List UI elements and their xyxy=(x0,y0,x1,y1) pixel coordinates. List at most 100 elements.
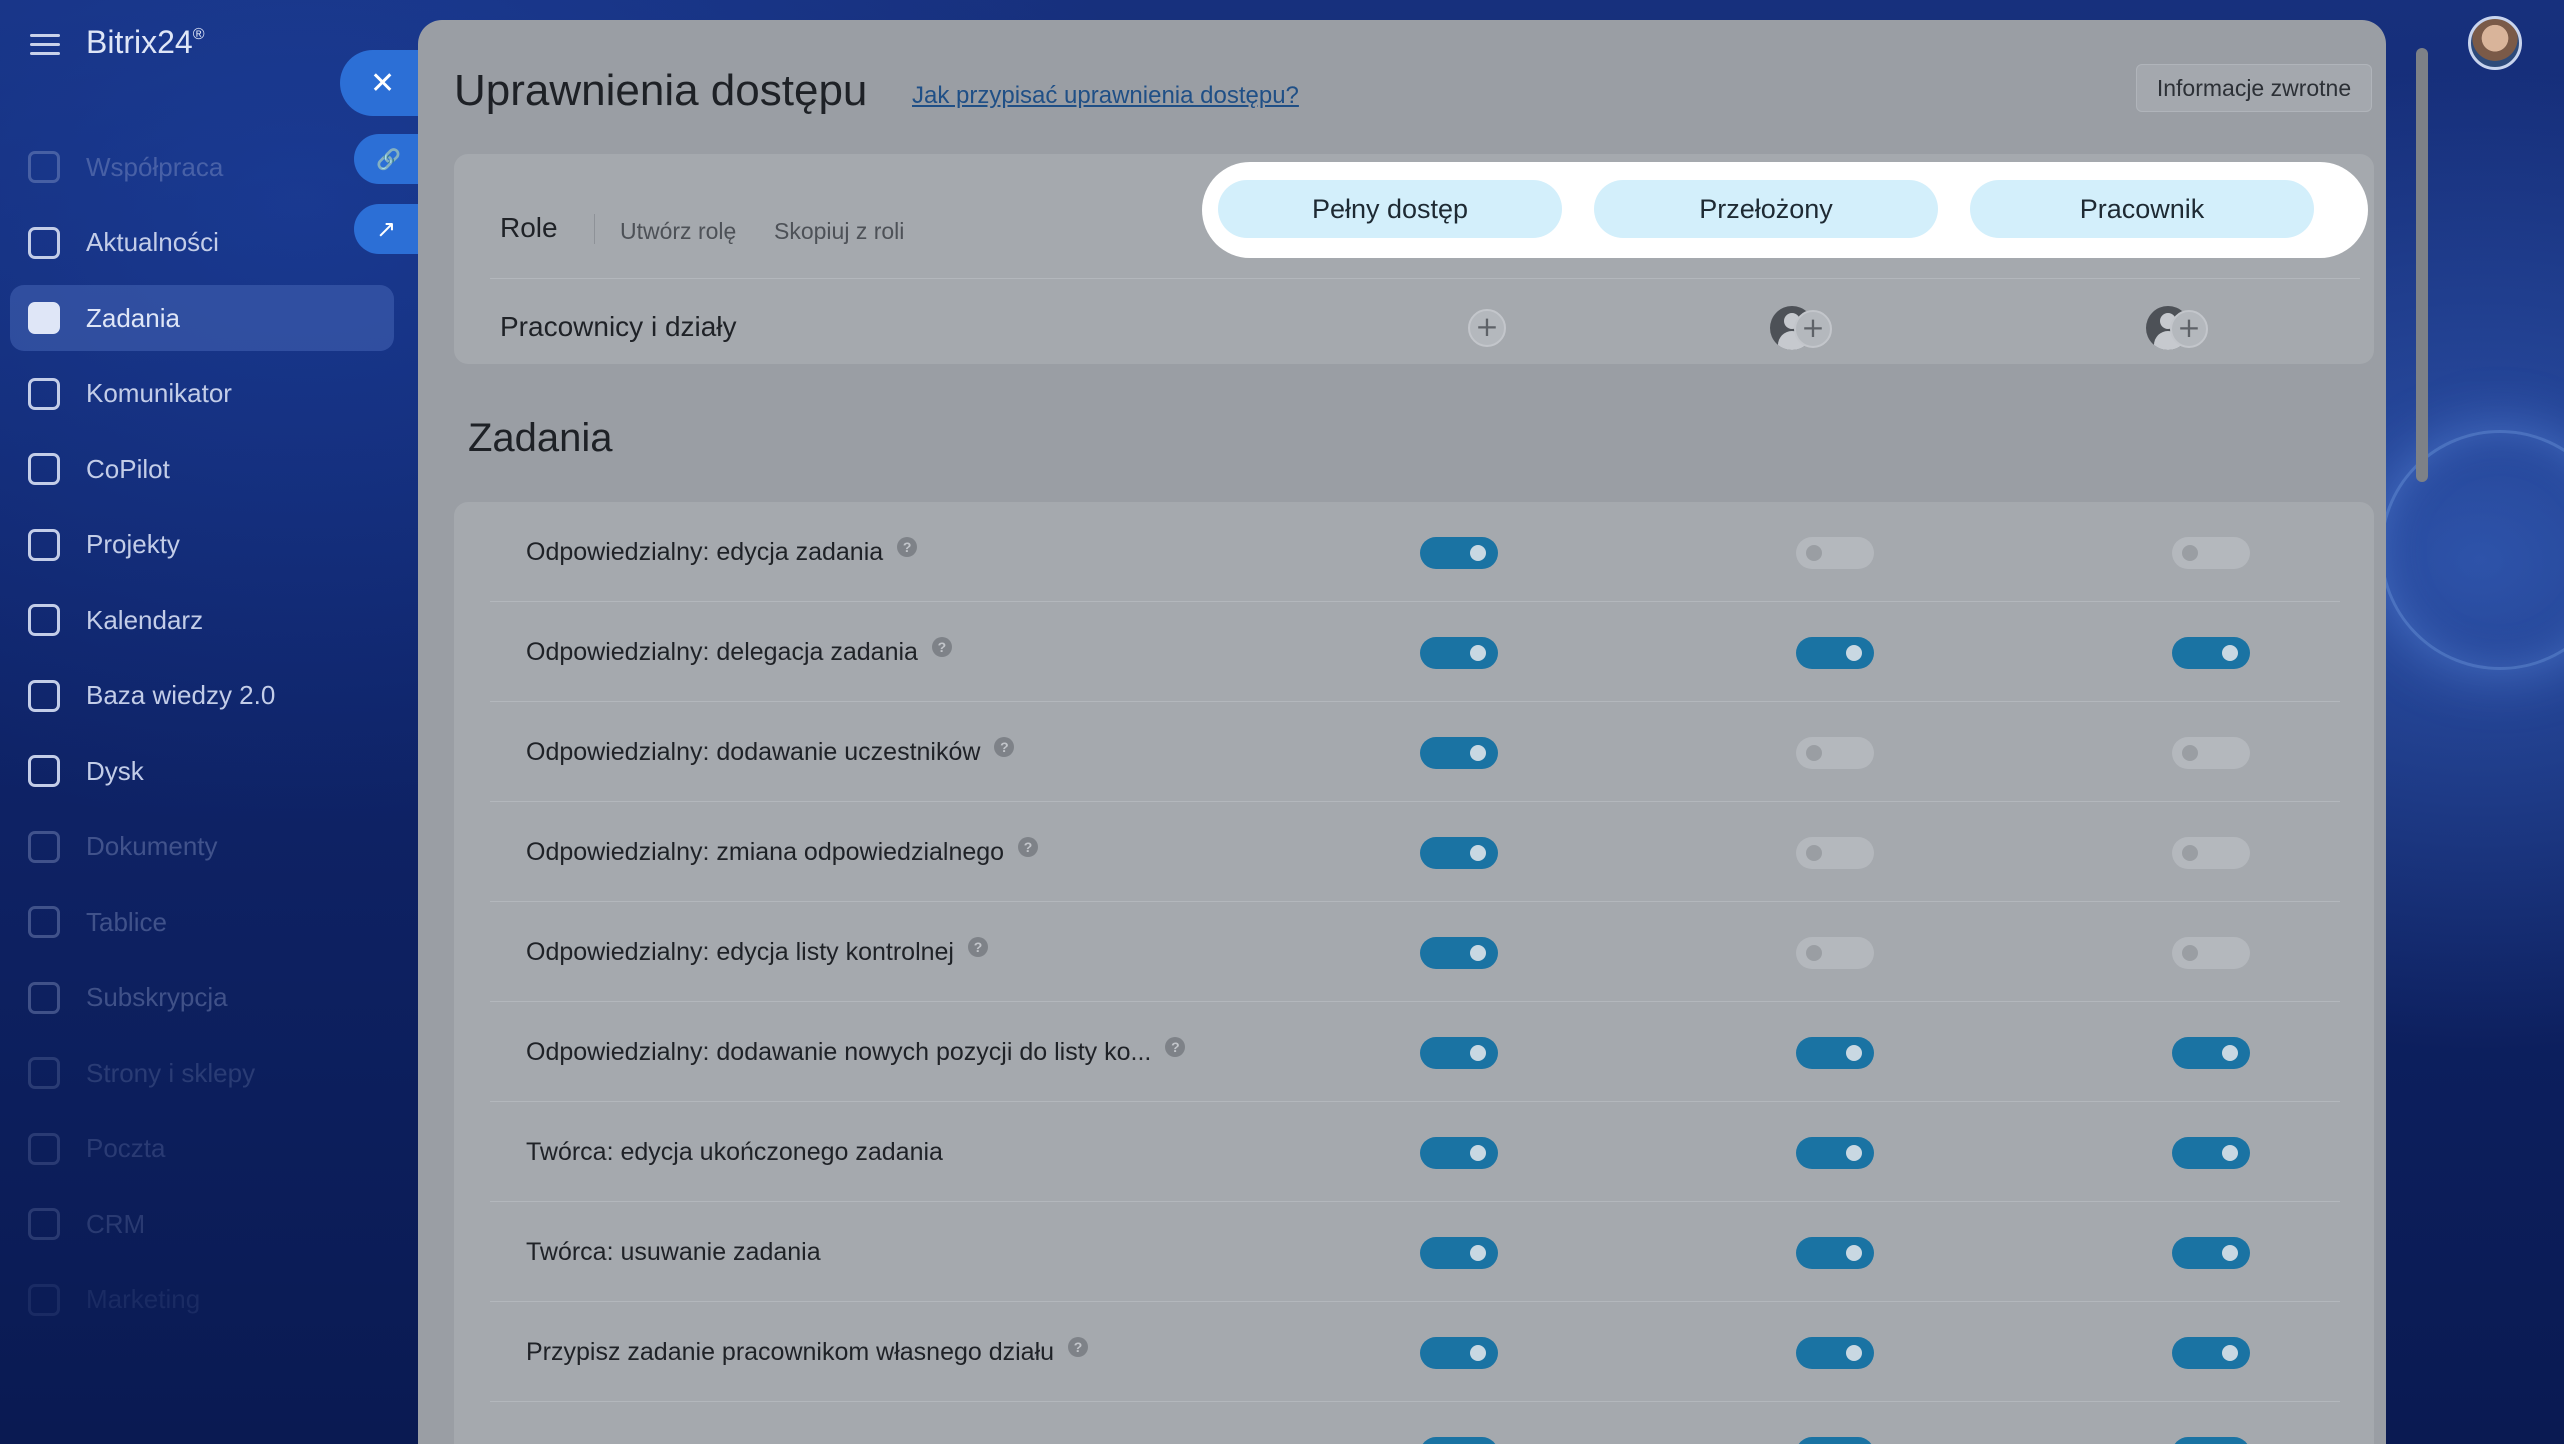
permission-label-text: Odpowiedzialny: delegacja zadania xyxy=(526,638,918,666)
help-link[interactable]: Jak przypisać uprawnienia dostępu? xyxy=(912,82,1299,110)
role-chip-employee[interactable]: Pracownik xyxy=(1970,180,2314,238)
calendar-icon xyxy=(28,604,60,636)
sidebar-item[interactable]: CRM xyxy=(10,1191,394,1257)
role-chip-full-access[interactable]: Pełny dostęp xyxy=(1218,180,1562,238)
sidebar-item-label: Aktualności xyxy=(86,227,219,257)
copy-from-role-button[interactable]: Skopiuj z roli xyxy=(774,218,904,245)
help-icon[interactable]: ? xyxy=(1068,1337,1089,1357)
sidebar-item[interactable]: Baza wiedzy 2.0 xyxy=(10,663,394,729)
sidebar-item[interactable]: Kalendarz xyxy=(10,587,394,653)
permission-toggle[interactable] xyxy=(1796,637,1874,669)
sidebar-item[interactable]: Zadania xyxy=(10,285,394,351)
permission-toggle[interactable] xyxy=(1796,1437,1874,1444)
permission-label: Przypisz zadanie pracownikom własnego dz… xyxy=(526,1337,1089,1367)
sidebar-item[interactable]: Projekty xyxy=(10,512,394,578)
sidebar-item-label: Marketing xyxy=(86,1284,201,1314)
permission-toggle[interactable] xyxy=(2172,937,2250,969)
sidebar-item[interactable]: Aktualności xyxy=(10,210,394,276)
permission-toggle[interactable] xyxy=(2172,737,2250,769)
permissions-list: Odpowiedzialny: edycja zadania? Odpowiedz… xyxy=(454,502,2374,1444)
permission-row: Twórca: edycja ukończonego zadania xyxy=(490,1102,2340,1202)
sidebar-item[interactable]: Współpraca xyxy=(10,134,394,200)
help-icon[interactable]: ? xyxy=(968,937,988,957)
permission-toggle[interactable] xyxy=(1796,837,1874,869)
panel-scrollbar[interactable] xyxy=(2416,48,2428,482)
permission-label-text: Odpowiedzialny: zmiana odpowiedzialnego xyxy=(526,838,1005,866)
sidebar-item[interactable]: Strony i sklepy xyxy=(10,1040,394,1106)
permission-row: Odpowiedzialny: delegacja zadania? xyxy=(490,602,2340,702)
permission-toggle[interactable] xyxy=(2172,637,2250,669)
brand-logo[interactable]: Bitrix24® xyxy=(86,24,205,61)
permission-row: Odpowiedzialny: edycja zadania? xyxy=(490,502,2340,602)
add-member-button-employee[interactable]: + xyxy=(2170,310,2208,348)
permission-toggle[interactable] xyxy=(1420,837,1498,869)
permission-row: Twórca: usuwanie zadania xyxy=(490,1202,2340,1302)
create-role-button[interactable]: Utwórz rolę xyxy=(620,218,736,245)
permission-label-text: Twórca: usuwanie zadania xyxy=(526,1238,821,1266)
role-chip-supervisor[interactable]: Przełożony xyxy=(1594,180,1938,238)
sidebar-item[interactable]: Komunikator xyxy=(10,361,394,427)
brand-name: Bitrix24 xyxy=(86,24,193,60)
help-icon[interactable]: ? xyxy=(1018,837,1039,857)
permission-toggle[interactable] xyxy=(2172,537,2250,569)
help-icon[interactable]: ? xyxy=(931,637,952,657)
divider xyxy=(490,278,2360,279)
add-member-button-supervisor[interactable]: + xyxy=(1794,310,1832,348)
permission-toggle[interactable] xyxy=(2172,1337,2250,1369)
sidebar-nav: Współpraca Aktualności Zadania Komunikator C… xyxy=(10,134,394,1342)
close-icon: ✕ xyxy=(370,65,396,101)
help-icon[interactable]: ? xyxy=(1165,1037,1186,1057)
permission-label: Odpowiedzialny: delegacja zadania? xyxy=(526,637,952,667)
help-icon[interactable]: ? xyxy=(897,537,918,557)
roles-label: Role xyxy=(500,212,558,243)
menu-icon[interactable] xyxy=(30,34,60,56)
permission-toggle[interactable] xyxy=(2172,1237,2250,1269)
permission-toggle[interactable] xyxy=(1420,1237,1498,1269)
permission-row: Przypisz zadanie pracownikom własnego dz… xyxy=(490,1302,2340,1402)
sidebar-item[interactable]: CoPilot xyxy=(10,436,394,502)
sidebar-item-label: Dokumenty xyxy=(86,831,218,861)
permission-toggle[interactable] xyxy=(1796,937,1874,969)
sidebar-item[interactable]: Tablice xyxy=(10,889,394,955)
permission-label-text: Przypisz zadanie pracownikom własnego dz… xyxy=(526,1338,1055,1366)
sidebar-item[interactable]: Dokumenty xyxy=(10,814,394,880)
mail-icon xyxy=(28,1132,60,1165)
permission-toggle[interactable] xyxy=(2172,1037,2250,1069)
permission-toggle[interactable] xyxy=(1420,737,1498,769)
permission-toggle[interactable] xyxy=(2172,1137,2250,1169)
help-icon[interactable]: ? xyxy=(994,737,1015,757)
chat-icon xyxy=(28,377,60,410)
permission-toggle[interactable] xyxy=(1796,1137,1874,1169)
sidebar-item-label: Komunikator xyxy=(86,378,232,408)
permission-row: Odpowiedzialny: zmiana odpowiedzialnego? xyxy=(490,802,2340,902)
permission-toggle[interactable] xyxy=(1796,1237,1874,1269)
permission-toggle[interactable] xyxy=(1796,537,1874,569)
permission-label-text: Odpowiedzialny: edycja listy kontrolnej xyxy=(526,938,954,966)
permission-toggle[interactable] xyxy=(1796,1337,1874,1369)
sidebar-item[interactable]: Subskrypcja xyxy=(10,965,394,1031)
permission-toggle[interactable] xyxy=(1420,1437,1498,1444)
permission-toggle[interactable] xyxy=(2172,1437,2250,1444)
crm-icon xyxy=(28,1208,60,1240)
feedback-button[interactable]: Informacje zwrotne xyxy=(2136,64,2372,112)
roles-divider xyxy=(594,214,595,244)
sidebar-item-label: CoPilot xyxy=(86,453,170,484)
permission-toggle[interactable] xyxy=(1420,637,1498,669)
permission-toggle[interactable] xyxy=(1796,737,1874,769)
permission-toggle[interactable] xyxy=(1420,1137,1498,1169)
sidebar-item[interactable]: Poczta xyxy=(10,1116,394,1182)
sidebar-item[interactable]: Dysk xyxy=(10,738,394,804)
permission-toggle[interactable] xyxy=(1420,1337,1498,1369)
permission-toggle[interactable] xyxy=(1420,1037,1498,1069)
permission-toggle[interactable] xyxy=(1796,1037,1874,1069)
sidebar-item[interactable]: Marketing xyxy=(10,1267,394,1333)
permission-row: Odpowiedzialny: edycja listy kontrolnej? xyxy=(490,902,2340,1002)
permission-label: Twórca: edycja ukończonego zadania xyxy=(526,1138,943,1167)
permission-toggle[interactable] xyxy=(1420,937,1498,969)
avatar[interactable] xyxy=(2468,16,2522,70)
permission-toggle[interactable] xyxy=(2172,837,2250,869)
news-icon xyxy=(28,226,60,259)
permission-label-text: Odpowiedzialny: dodawanie uczestników xyxy=(526,738,981,766)
permission-toggle[interactable] xyxy=(1420,537,1498,569)
add-member-button-full-access[interactable]: + xyxy=(1468,309,1506,347)
